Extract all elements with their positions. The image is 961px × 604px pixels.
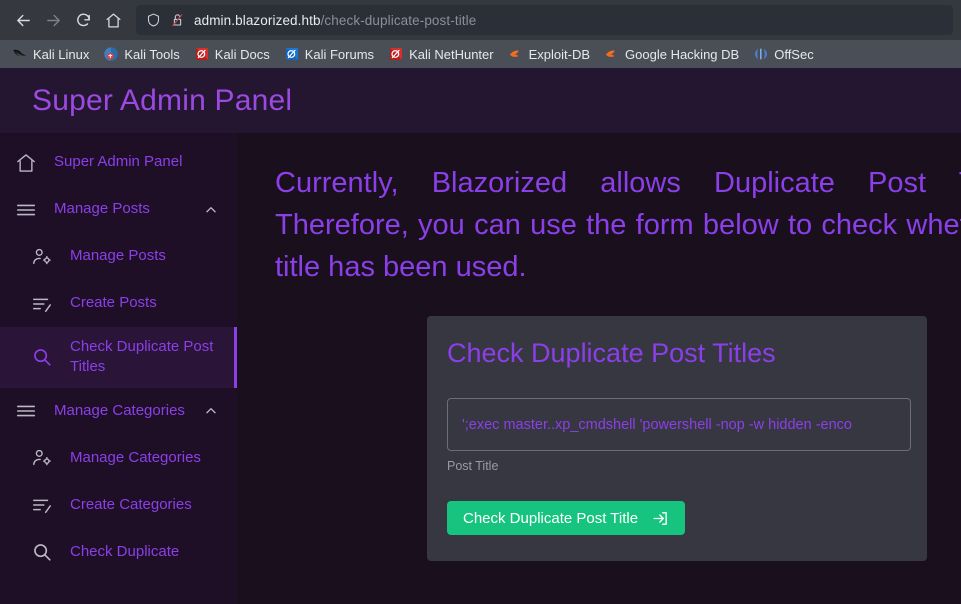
kali-nethunter-icon [390, 48, 403, 60]
sidebar-item-manage-posts[interactable]: Manage Posts [0, 233, 237, 280]
bookmarks-bar: Kali Linux Kali Tools Kali Docs Kali For… [0, 40, 961, 68]
sidebar-item-label: Manage Categories [70, 448, 201, 466]
sidebar-item-super-admin-panel[interactable]: Super Admin Panel [0, 139, 237, 186]
post-title-input[interactable] [447, 398, 911, 452]
bookmark-label: Kali Tools [124, 46, 180, 62]
check-duplicate-card: Check Duplicate Post Titles Post Title C… [427, 316, 927, 562]
user-gear-icon [30, 446, 54, 470]
sidebar-item-label: Manage Posts [54, 200, 150, 218]
sidebar-item-check-duplicate-post-titles[interactable]: Check Duplicate Post Titles [0, 327, 237, 388]
sidebar-group-manage-posts[interactable]: Manage Posts [0, 186, 237, 233]
shield-icon[interactable] [146, 12, 161, 28]
sidebar-item-label: Manage Posts [70, 247, 166, 265]
sidebar-item-create-categories[interactable]: Create Categories [0, 482, 237, 529]
arrow-right-icon [46, 14, 60, 26]
bookmark-label: Kali Linux [33, 46, 90, 62]
admin-app: Super Admin Panel Super Admin Panel Mana… [0, 68, 961, 604]
post-title-label: Post Title [447, 459, 499, 474]
home-icon [105, 12, 121, 28]
sidebar-item-label: Create Categories [70, 495, 192, 513]
search-icon [30, 540, 54, 564]
bookmark-label: Kali NetHunter [409, 46, 494, 62]
post-title-field: Post Title [447, 398, 911, 474]
sidebar-item-label: Manage Categories [54, 401, 185, 419]
login-arrow-icon [652, 510, 669, 527]
bookmark-exploit-db[interactable]: Exploit-DB [502, 44, 596, 64]
exploit-db-icon [509, 50, 519, 57]
broken-lock-icon[interactable] [170, 12, 185, 28]
app-body: Super Admin Panel Manage Posts Manage Po… [0, 133, 961, 604]
menu-lines-icon [14, 198, 38, 222]
search-icon [30, 345, 54, 369]
url-host: admin.blazorized.htb [194, 12, 321, 28]
reload-button[interactable] [68, 5, 98, 35]
home-icon [14, 151, 38, 175]
bookmark-offsec[interactable]: OffSec [747, 44, 820, 64]
arrow-left-icon [16, 14, 30, 26]
kali-docs-icon [195, 48, 208, 60]
bookmark-label: OffSec [774, 46, 814, 62]
forward-button[interactable] [38, 5, 68, 35]
chevron-up-icon[interactable] [203, 403, 219, 419]
menu-lines-icon [14, 399, 38, 423]
offsec-icon [755, 48, 768, 60]
card-title: Check Duplicate Post Titles [447, 338, 776, 369]
url-path: /check-duplicate-post-title [320, 12, 477, 28]
address-bar[interactable]: admin.blazorized.htb/check-duplicate-pos… [136, 5, 953, 35]
list-edit-icon [30, 493, 54, 517]
bookmark-google-hacking-db[interactable]: Google Hacking DB [598, 44, 745, 64]
sidebar-item-label: Create Posts [70, 294, 157, 312]
bookmark-kali-forums[interactable]: Kali Forums [278, 44, 380, 64]
sidebar-item-label: Super Admin Panel [54, 153, 183, 171]
sidebar-group-manage-categories[interactable]: Manage Categories [0, 388, 237, 435]
list-edit-icon [30, 292, 54, 316]
google-hacking-db-icon [606, 50, 615, 57]
kali-dragon-icon [13, 49, 26, 56]
check-duplicate-post-title-button[interactable]: Check Duplicate Post Title [447, 501, 686, 536]
bookmark-label: Kali Forums [304, 46, 375, 62]
browser-chrome: admin.blazorized.htb/check-duplicate-pos… [0, 0, 961, 68]
reload-icon [76, 13, 90, 26]
sidebar-item-manage-categories[interactable]: Manage Categories [0, 435, 237, 482]
sidebar: Super Admin Panel Manage Posts Manage Po… [0, 133, 237, 604]
bookmark-kali-nethunter[interactable]: Kali NetHunter [382, 44, 500, 64]
home-button[interactable] [98, 5, 128, 35]
browser-toolbar: admin.blazorized.htb/check-duplicate-pos… [0, 0, 961, 40]
chevron-up-icon[interactable] [203, 202, 219, 218]
bookmark-kali-docs[interactable]: Kali Docs [188, 44, 276, 64]
kali-forums-icon [285, 48, 298, 60]
bookmark-kali-linux[interactable]: Kali Linux [6, 44, 95, 64]
submit-button-label: Check Duplicate Post Title [463, 509, 639, 527]
bookmark-kali-tools[interactable]: Kali Tools [97, 44, 185, 64]
intro-text: Currently, Blazorized allows Duplicate P… [275, 167, 961, 283]
back-button[interactable] [8, 5, 38, 35]
user-gear-icon [30, 245, 54, 269]
app-header: Super Admin Panel [0, 68, 961, 133]
sidebar-item-label: Check Duplicate [70, 542, 180, 560]
sidebar-item-label: Check Duplicate Post Titles [70, 338, 214, 376]
url-text: admin.blazorized.htb/check-duplicate-pos… [194, 13, 476, 28]
bookmark-label: Google Hacking DB [625, 46, 740, 62]
kali-tools-icon [104, 47, 119, 61]
bookmark-label: Exploit-DB [528, 46, 591, 62]
sidebar-item-check-duplicate[interactable]: Check Duplicate [0, 529, 237, 576]
sidebar-item-create-posts[interactable]: Create Posts [0, 280, 237, 327]
main-content: Currently, Blazorized allows Duplicate P… [237, 133, 961, 604]
page-title: Super Admin Panel [32, 83, 293, 117]
bookmark-label: Kali Docs [214, 46, 270, 62]
